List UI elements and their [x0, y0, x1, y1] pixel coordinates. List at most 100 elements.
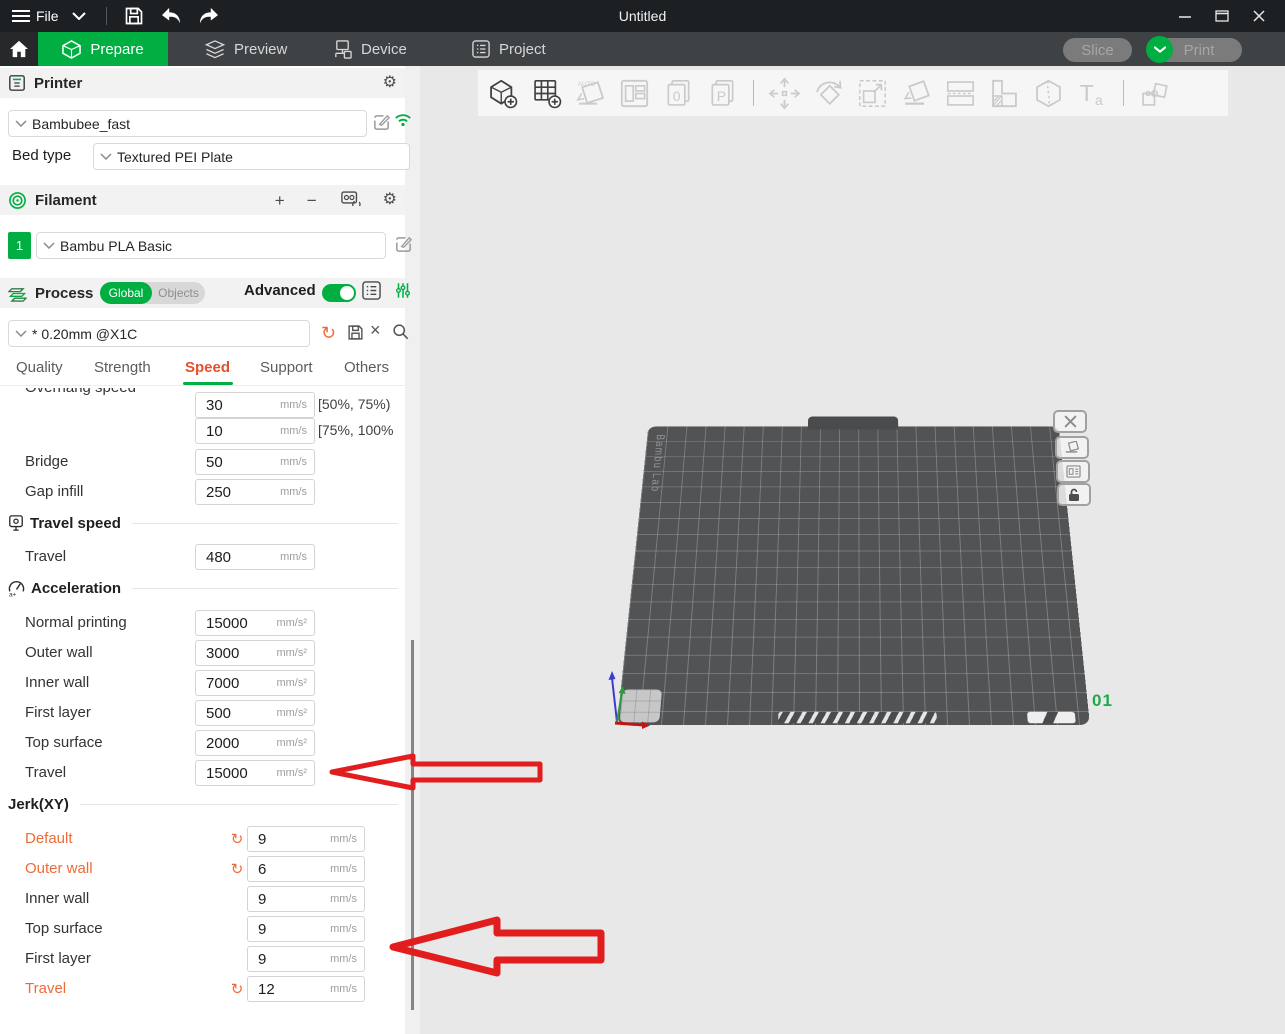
gap-infill-input[interactable]: 250 mm/s [195, 479, 315, 505]
add-object-button[interactable] [486, 77, 519, 110]
acceleration-icon: a+ [8, 580, 25, 597]
chevron-down-icon [1154, 46, 1166, 54]
app-menu-button[interactable] [12, 0, 30, 32]
tab-device[interactable]: Device [333, 32, 453, 66]
print-dropdown-button[interactable] [1146, 36, 1173, 63]
edit-filament-preset-button[interactable] [394, 235, 413, 259]
printer-connection-button[interactable] [394, 112, 412, 133]
parameter-list-button[interactable] [362, 281, 381, 305]
travel-speed-section: Travel speed [8, 513, 398, 533]
jerk-first-input[interactable]: 9 mm/s [247, 946, 365, 972]
reset-jerk-outer-icon[interactable]: ↻ [228, 860, 246, 878]
tab-strength[interactable]: Strength [94, 359, 151, 376]
bridge-input[interactable]: 50 mm/s [195, 449, 315, 475]
lay-on-face-button[interactable] [900, 77, 933, 110]
support-painting-button[interactable] [988, 77, 1021, 110]
arrange-icon [618, 77, 651, 110]
filament-slot-number[interactable]: 1 [8, 232, 31, 259]
tab-prepare[interactable]: Prepare [38, 32, 168, 66]
jerk-top-input[interactable]: 9 mm/s [247, 916, 365, 942]
build-plate[interactable]: Bambu Lab [617, 426, 1090, 725]
delete-preset-button[interactable]: × [370, 320, 381, 341]
printer-settings-gear-icon[interactable]: ⚙ [383, 75, 397, 91]
slice-button[interactable]: Slice [1063, 38, 1132, 62]
tab-preview[interactable]: Preview [205, 32, 325, 66]
accel-first-input[interactable]: 500 mm/s² [195, 700, 315, 726]
color-painting-button[interactable] [1032, 77, 1065, 110]
file-menu-chevron[interactable] [72, 0, 86, 32]
overhang-speed-input-2[interactable]: 10 mm/s [195, 418, 315, 444]
tab-others[interactable]: Others [344, 359, 389, 376]
rotate-tool-button[interactable] [812, 77, 845, 110]
edit-printer-preset-button[interactable] [372, 113, 391, 137]
jerk-default-input[interactable]: 9 mm/s [247, 826, 365, 852]
travel-input[interactable]: 480 mm/s [195, 544, 315, 570]
tab-support[interactable]: Support [260, 359, 313, 376]
auto-orient-button[interactable]: AUTO [574, 77, 607, 110]
arrange-button[interactable] [618, 77, 651, 110]
search-preset-button[interactable] [392, 323, 409, 345]
accel-outer-input[interactable]: 3000 mm/s² [195, 640, 315, 666]
tab-speed[interactable]: Speed [185, 359, 230, 376]
chevron-down-icon [43, 242, 55, 249]
redo-button[interactable] [198, 0, 220, 32]
scale-tool-button[interactable] [856, 77, 889, 110]
unit: mm/s [330, 953, 357, 965]
save-preset-button[interactable] [347, 324, 364, 346]
delete-plate-button[interactable] [1053, 410, 1087, 433]
tab-quality[interactable]: Quality [16, 359, 63, 376]
cut-tool-button[interactable] [944, 77, 977, 110]
bed-type-select[interactable]: Textured PEI Plate [93, 143, 410, 170]
sidebar-scrollbar[interactable] [411, 640, 414, 1010]
text-tool-button[interactable]: T a [1076, 77, 1109, 110]
save-button[interactable] [124, 0, 144, 32]
arrange-plate-button[interactable] [1056, 460, 1090, 483]
svg-text:a: a [1095, 91, 1103, 107]
printer-preset-select[interactable]: Bambubee_fast [8, 110, 367, 137]
accel-top-input[interactable]: 2000 mm/s² [195, 730, 315, 756]
process-preset-select[interactable]: * 0.20mm @X1C [8, 320, 310, 347]
move-tool-button[interactable] [768, 77, 801, 110]
maximize-button[interactable] [1205, 0, 1239, 32]
orient-plate-button[interactable] [1055, 436, 1089, 459]
ams-sync-button[interactable] [341, 189, 361, 211]
jerk-inner-input[interactable]: 9 mm/s [247, 886, 365, 912]
accel-travel-input[interactable]: 15000 mm/s² [195, 760, 315, 786]
add-plate-button[interactable] [530, 77, 563, 110]
home-button[interactable] [0, 32, 38, 66]
3d-viewport[interactable]: AUTO 0 P [420, 66, 1285, 1034]
assembly-view-button[interactable] [1138, 77, 1171, 110]
filament-settings-gear-icon[interactable]: ⚙ [383, 192, 397, 208]
add-filament-button[interactable]: + [275, 192, 285, 209]
reset-preset-button[interactable]: ↻ [321, 323, 336, 344]
jerk-section: Jerk(XY) [8, 794, 398, 814]
minimize-button[interactable] [1168, 0, 1202, 32]
scope-objects[interactable]: Objects [152, 282, 205, 304]
undo-button[interactable] [160, 0, 182, 32]
overhang-speed-label: Overhang speed [25, 388, 136, 396]
jerk-outer-input[interactable]: 6 mm/s [247, 856, 365, 882]
advanced-toggle[interactable] [322, 284, 356, 302]
split-to-objects-button[interactable]: 0 [662, 77, 695, 110]
accel-normal-input[interactable]: 15000 mm/s² [195, 610, 315, 636]
close-button[interactable] [1242, 0, 1276, 32]
reset-jerk-default-icon[interactable]: ↻ [228, 830, 246, 848]
value: 9 [258, 921, 266, 938]
accel-inner-input[interactable]: 7000 mm/s² [195, 670, 315, 696]
lock-plate-button[interactable] [1057, 483, 1091, 506]
scope-global[interactable]: Global [100, 282, 152, 304]
parameter-table-button[interactable] [394, 281, 412, 305]
jerk-travel-input[interactable]: 12 mm/s [247, 976, 365, 1002]
wifi-icon [394, 112, 412, 128]
remove-filament-button[interactable]: − [307, 192, 317, 209]
filament-preset-select[interactable]: Bambu PLA Basic [36, 232, 386, 259]
svg-text:T: T [1080, 80, 1094, 106]
reset-jerk-travel-icon[interactable]: ↻ [228, 980, 246, 998]
search-icon [392, 323, 409, 340]
split-to-parts-button[interactable]: P [706, 77, 739, 110]
tab-project[interactable]: Project [472, 32, 592, 66]
filament-section-header: Filament + − ⚙ [0, 185, 405, 215]
process-scope-toggle[interactable]: Global Objects [100, 282, 205, 304]
file-menu-label[interactable]: File [36, 0, 59, 32]
overhang-speed-input-1[interactable]: 30 mm/s [195, 392, 315, 418]
